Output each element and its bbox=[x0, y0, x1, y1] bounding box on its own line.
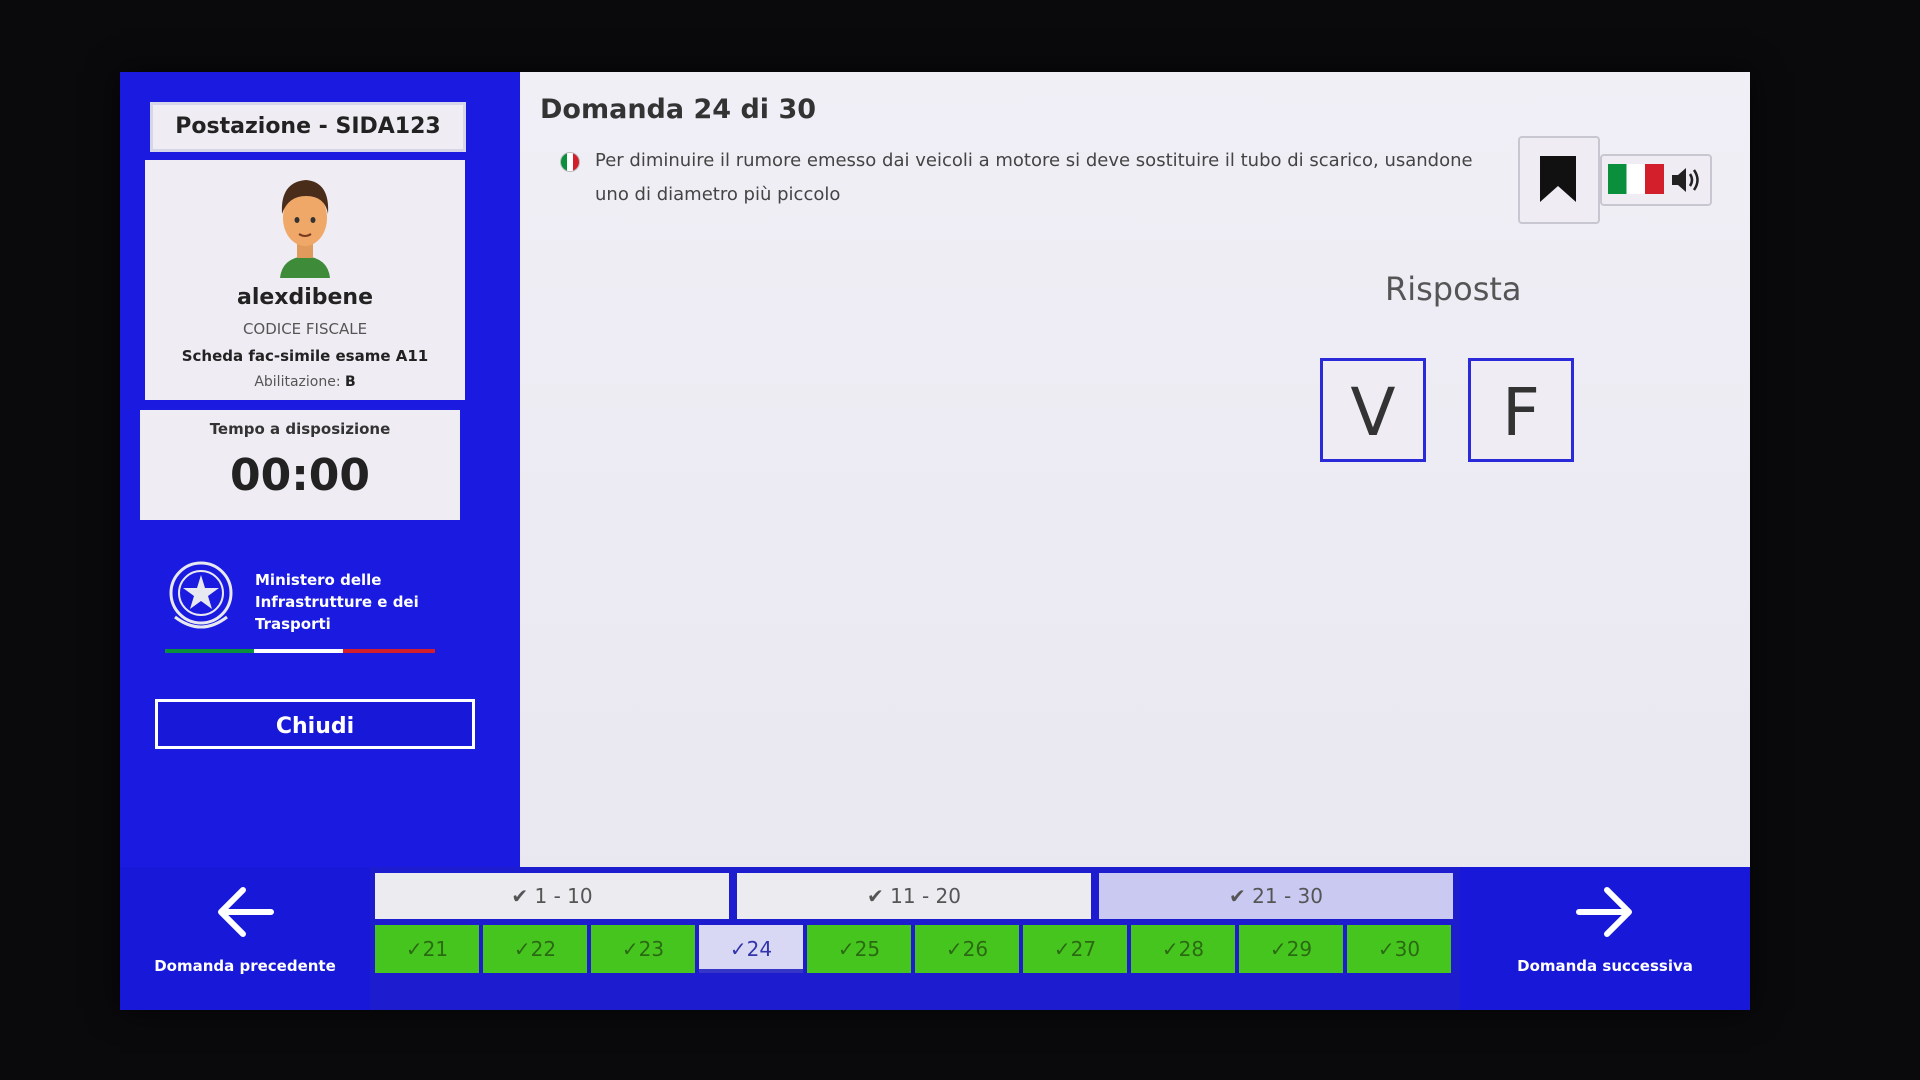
audio-button[interactable] bbox=[1600, 154, 1712, 206]
range-tab-label: 11 - 20 bbox=[890, 884, 961, 908]
question-number: 27 bbox=[1070, 937, 1097, 961]
question-28-button[interactable]: ✓28 bbox=[1131, 925, 1235, 973]
speaker-icon bbox=[1672, 168, 1699, 192]
italian-flag-icon bbox=[560, 152, 580, 172]
timer-value: 00:00 bbox=[229, 450, 371, 501]
question-26-button[interactable]: ✓26 bbox=[915, 925, 1019, 973]
tricolor-bar bbox=[165, 649, 435, 653]
bookmark-icon bbox=[1540, 156, 1576, 202]
range-tab-21-30[interactable]: ✔ 21 - 30 bbox=[1099, 873, 1453, 919]
question-30-button[interactable]: ✓30 bbox=[1347, 925, 1451, 973]
question-number: 29 bbox=[1286, 937, 1313, 961]
question-number: 23 bbox=[638, 937, 665, 961]
question-23-button[interactable]: ✓23 bbox=[591, 925, 695, 973]
question-number: 25 bbox=[854, 937, 881, 961]
exam-label: Scheda fac-simile esame A11 bbox=[181, 347, 429, 365]
next-question-label: Domanda successiva bbox=[1517, 957, 1693, 975]
license-value: B bbox=[345, 374, 356, 390]
timer-card: Tempo a disposizione 00:00 bbox=[140, 410, 460, 520]
question-selector: ✓21 ✓22 ✓23 ✓24 ✓25 ✓26 ✓27 ✓28 ✓29 ✓30 bbox=[375, 925, 1455, 975]
previous-question-button[interactable]: Domanda precedente bbox=[120, 867, 370, 1010]
arrow-left-icon bbox=[218, 887, 274, 937]
question-number: 30 bbox=[1394, 937, 1421, 961]
question-number: 26 bbox=[962, 937, 989, 961]
answer-label: Risposta bbox=[1385, 270, 1522, 308]
sidebar: Postazione - SIDA123 alexdibene CODICE F… bbox=[120, 72, 520, 867]
timer-label: Tempo a disposizione bbox=[209, 420, 391, 438]
license-label: Abilitazione: bbox=[254, 374, 341, 390]
false-answer-button[interactable]: F bbox=[1468, 358, 1574, 462]
true-answer-button[interactable]: V bbox=[1320, 358, 1426, 462]
question-22-button[interactable]: ✓22 bbox=[483, 925, 587, 973]
question-title: Domanda 24 di 30 bbox=[540, 94, 817, 125]
next-question-button[interactable]: Domanda successiva bbox=[1460, 867, 1750, 1010]
question-27-button[interactable]: ✓27 bbox=[1023, 925, 1127, 973]
italian-emblem-icon bbox=[169, 561, 233, 629]
username: alexdibene bbox=[236, 285, 374, 310]
user-card: alexdibene CODICE FISCALE Scheda fac-sim… bbox=[145, 160, 465, 400]
arrow-right-icon bbox=[1576, 887, 1632, 937]
question-21-button[interactable]: ✓21 bbox=[375, 925, 479, 973]
bottom-navigation: Domanda precedente ✔ 1 - 10 ✔ 11 - 20 ✔ … bbox=[120, 867, 1750, 1010]
fiscal-code-label: CODICE FISCALE bbox=[242, 320, 368, 338]
ministry-logo: Ministero delle Infrastrutture e dei Tra… bbox=[165, 557, 445, 653]
question-25-button[interactable]: ✓25 bbox=[807, 925, 911, 973]
range-tab-label: 21 - 30 bbox=[1252, 884, 1323, 908]
exam-screen: Postazione - SIDA123 alexdibene CODICE F… bbox=[120, 72, 1750, 1010]
question-24-button[interactable]: ✓24 bbox=[699, 925, 803, 973]
close-button[interactable]: Chiudi bbox=[155, 699, 475, 749]
bookmark-button[interactable] bbox=[1518, 136, 1600, 224]
question-number: 28 bbox=[1178, 937, 1205, 961]
range-tab-11-20[interactable]: ✔ 11 - 20 bbox=[737, 873, 1091, 919]
question-number: 22 bbox=[530, 937, 557, 961]
ministry-name: Ministero delle Infrastrutture e dei Tra… bbox=[255, 571, 419, 633]
previous-question-label: Domanda precedente bbox=[154, 957, 336, 975]
range-tabs: ✔ 1 - 10 ✔ 11 - 20 ✔ 21 - 30 bbox=[375, 873, 1455, 921]
station-label: Postazione - SIDA123 bbox=[150, 102, 466, 152]
question-number: 21 bbox=[422, 937, 449, 961]
italian-flag-icon bbox=[1608, 164, 1664, 194]
range-tab-label: 1 - 10 bbox=[534, 884, 593, 908]
question-29-button[interactable]: ✓29 bbox=[1239, 925, 1343, 973]
question-number: 24 bbox=[746, 937, 773, 961]
question-text: Per diminuire il rumore emesso dai veico… bbox=[595, 150, 1473, 205]
range-tab-1-10[interactable]: ✔ 1 - 10 bbox=[375, 873, 729, 919]
license-info: Abilitazione: B bbox=[145, 374, 465, 390]
avatar bbox=[280, 180, 330, 278]
